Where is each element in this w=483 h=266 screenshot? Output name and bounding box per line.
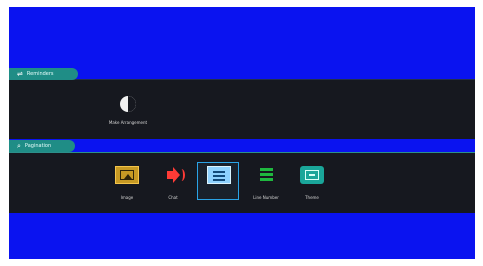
line-number-setting[interactable]: Line Number [247, 166, 285, 200]
section-tab-label: Pagination [24, 143, 52, 149]
line-number-label: Line Number [253, 195, 279, 200]
chat-setting[interactable]: Chat [154, 166, 192, 200]
chat-label: Chat [168, 195, 178, 200]
search-icon: ⌕ [17, 142, 21, 150]
speaker-icon [161, 166, 185, 184]
section-tab-reminders[interactable]: ⇌ Reminders [9, 68, 78, 80]
screen-frame: ⇌ Reminders ⌕ Pagination Make Arrangemen… [9, 7, 475, 259]
reminder-icon: ⇌ [17, 70, 23, 78]
configuration-setting[interactable]: Configuration [197, 162, 239, 200]
section-tab-label: Reminders [26, 71, 54, 77]
make-arrangement-setting[interactable]: Make Arrangement [98, 96, 158, 125]
lines-icon [254, 166, 278, 184]
bottom-content-band [9, 153, 475, 213]
top-content-band [9, 79, 475, 139]
top-band-divider [9, 79, 475, 80]
middle-band-divider [9, 152, 475, 153]
theme-label: Theme [305, 195, 319, 200]
setting-label: Make Arrangement [108, 120, 148, 125]
list-icon [207, 166, 231, 184]
half-moon-icon [120, 96, 136, 112]
image-icon [115, 166, 139, 184]
theme-icon [300, 166, 324, 184]
section-tab-pagination[interactable]: ⌕ Pagination [9, 140, 76, 152]
theme-setting[interactable]: Theme [293, 166, 331, 200]
image-setting[interactable]: Image [108, 166, 146, 200]
image-label: Image [120, 195, 134, 200]
